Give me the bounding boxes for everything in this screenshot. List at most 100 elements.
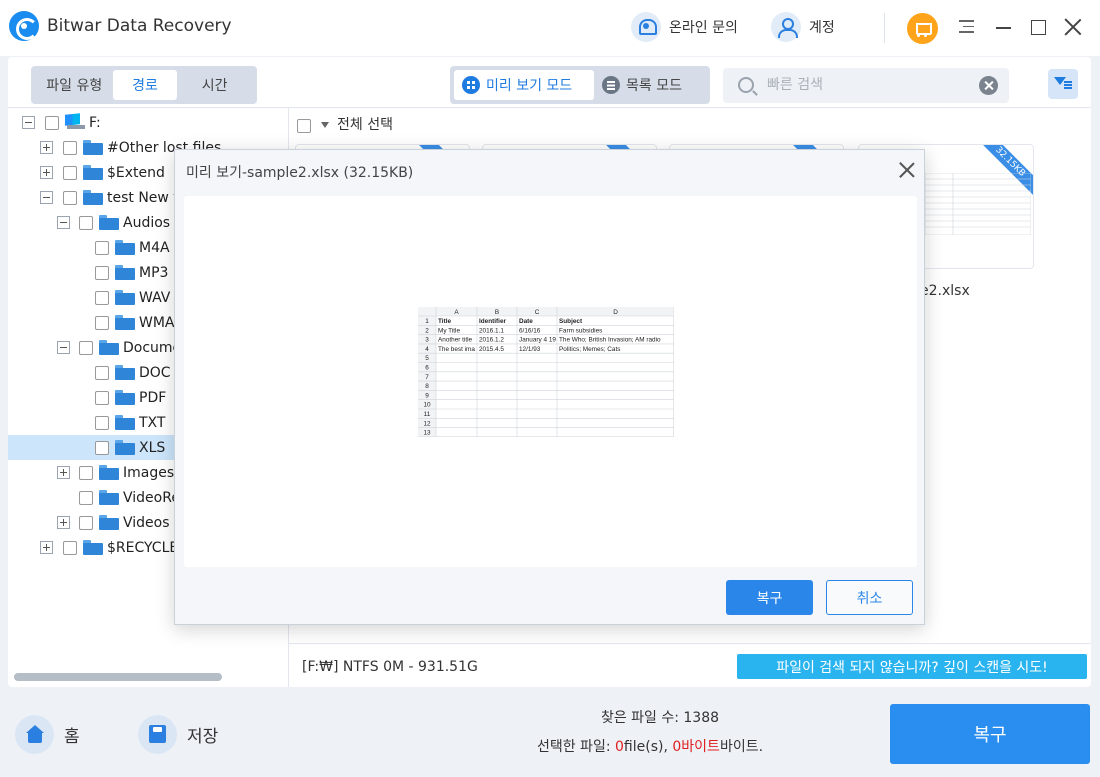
tree-checkbox[interactable] [95,265,109,280]
online-support-label: 온라인 문의 [669,20,738,36]
sheet-cell: 2016.1.2 [479,337,504,344]
deep-scan-button[interactable]: 파일이 검색 되지 않습니까? 깊이 스캔을 시도! [737,654,1087,679]
tree-checkbox[interactable] [95,390,109,405]
selected-bytes: 0바이트 [672,739,720,755]
save-icon [138,714,177,754]
tree-item-label: $RECYCLE [107,539,179,556]
collapse-icon[interactable] [40,191,53,204]
expand-icon[interactable] [40,141,53,154]
tree-checkbox[interactable] [63,140,77,155]
maximize-icon[interactable] [1031,20,1046,35]
expand-icon[interactable] [57,466,70,479]
dialog-recover-button[interactable]: 복구 [726,580,813,615]
tree-item-label: WMA [139,314,175,331]
row-number: 12 [423,420,431,427]
account-button[interactable]: 계정 [771,12,835,42]
selected-files-unit: file(s), [623,739,673,755]
tree-checkbox[interactable] [63,165,77,180]
tree-checkbox[interactable] [95,240,109,255]
tab-path[interactable]: 경로 [112,70,178,100]
search-input[interactable] [767,74,967,96]
sheet-cell: Another title [438,337,473,344]
save-button[interactable]: 저장 [138,714,218,754]
expand-icon[interactable] [40,166,53,179]
expand-icon[interactable] [40,541,53,554]
quick-search [723,68,1009,103]
tree-checkbox[interactable] [95,365,109,380]
app-logo-icon [9,11,39,41]
sheet-cell: My Title [438,327,460,334]
minimize-icon[interactable] [996,27,1011,29]
list-mode-button[interactable]: 목록 모드 [594,70,704,100]
row-number: 9 [425,392,429,399]
caret-down-icon[interactable] [321,122,329,128]
cart-icon[interactable] [907,13,938,44]
dialog-cancel-button[interactable]: 취소 [826,580,913,615]
titlebar-divider [884,13,885,43]
tree-horizontal-scrollbar[interactable] [14,673,222,681]
folder-icon [115,440,135,455]
sheet-cell: The Who; British Invasion; AM radio [559,337,661,344]
sheet-cell: 12/1/93 [519,346,541,353]
tree-checkbox[interactable] [79,340,93,355]
preview-area: A B C D 1 2 3 4 5 6 7 8 9 10 11 12 13 Title Identifier Date… [184,196,917,567]
menu-icon[interactable] [959,20,974,34]
tree-checkbox[interactable] [79,490,93,505]
tree-checkbox[interactable] [79,465,93,480]
folder-icon [115,240,135,255]
tree-checkbox[interactable] [45,115,59,130]
preview-mode-button[interactable]: 미리 보기 모드 [454,70,594,100]
sheet-cell: Identifier [479,318,506,325]
preview-dialog: 미리 보기-sample2.xlsx (32.15KB) ABCD1234567… [174,149,925,625]
collapse-icon[interactable] [57,341,70,354]
row-number: 1 [425,318,429,325]
tree-item-drive-f[interactable]: F: [8,110,288,135]
folder-icon [83,165,103,180]
grid-icon [462,76,480,94]
folder-icon [83,190,103,205]
filter-icon[interactable] [1048,69,1078,99]
tree-checkbox[interactable] [63,540,77,555]
tree-checkbox[interactable] [79,515,93,530]
select-all-checkbox[interactable] [297,119,311,133]
collapse-icon[interactable] [22,116,35,129]
app-title: Bitwar Data Recovery [47,16,232,36]
tree-item-label: Audios [123,214,171,231]
tree-checkbox[interactable] [95,315,109,330]
row-number: 7 [425,374,429,381]
online-support-button[interactable]: 온라인 문의 [631,12,738,42]
title-bar: Bitwar Data Recovery 온라인 문의 계정 [0,0,1100,56]
tree-item-label: MP3 [139,264,169,281]
home-button[interactable]: 홈 [15,714,80,754]
tree-checkbox[interactable] [63,190,77,205]
folder-icon [99,490,119,505]
tab-file-type[interactable]: 파일 유형 [36,70,113,100]
tree-item-label: WAV [139,289,171,306]
sheet-cell: 2015.4.5 [479,346,504,353]
dialog-close-icon[interactable] [897,160,917,180]
row-number: 13 [423,430,431,437]
tab-time[interactable]: 시간 [177,70,252,100]
clear-search-icon[interactable] [979,76,998,95]
tree-checkbox[interactable] [95,290,109,305]
selected-bytes-unit: 바이트. [719,739,764,755]
folder-icon [115,315,135,330]
home-label: 홈 [64,726,80,747]
folder-icon [115,390,135,405]
expand-icon[interactable] [57,516,70,529]
tree-checkbox[interactable] [79,215,93,230]
sheet-cell: Title [438,318,451,325]
tree-item-label: $Extend [107,164,165,181]
file-name-label: e2.xlsx [920,283,970,299]
close-icon[interactable] [1064,18,1082,36]
row-number: 8 [425,383,429,390]
drive-info: [F:₩] NTFS 0M - 931.51G [302,659,478,675]
header-divider [8,107,1091,108]
collapse-icon[interactable] [57,216,70,229]
folder-icon [99,340,119,355]
tree-checkbox[interactable] [95,415,109,430]
selected-files-summary: 선택한 파일: 0file(s), 0바이트바이트. [495,736,805,756]
select-all-label: 전체 선택 [337,117,393,133]
tree-checkbox[interactable] [95,440,109,455]
recover-button[interactable]: 복구 [890,704,1090,764]
